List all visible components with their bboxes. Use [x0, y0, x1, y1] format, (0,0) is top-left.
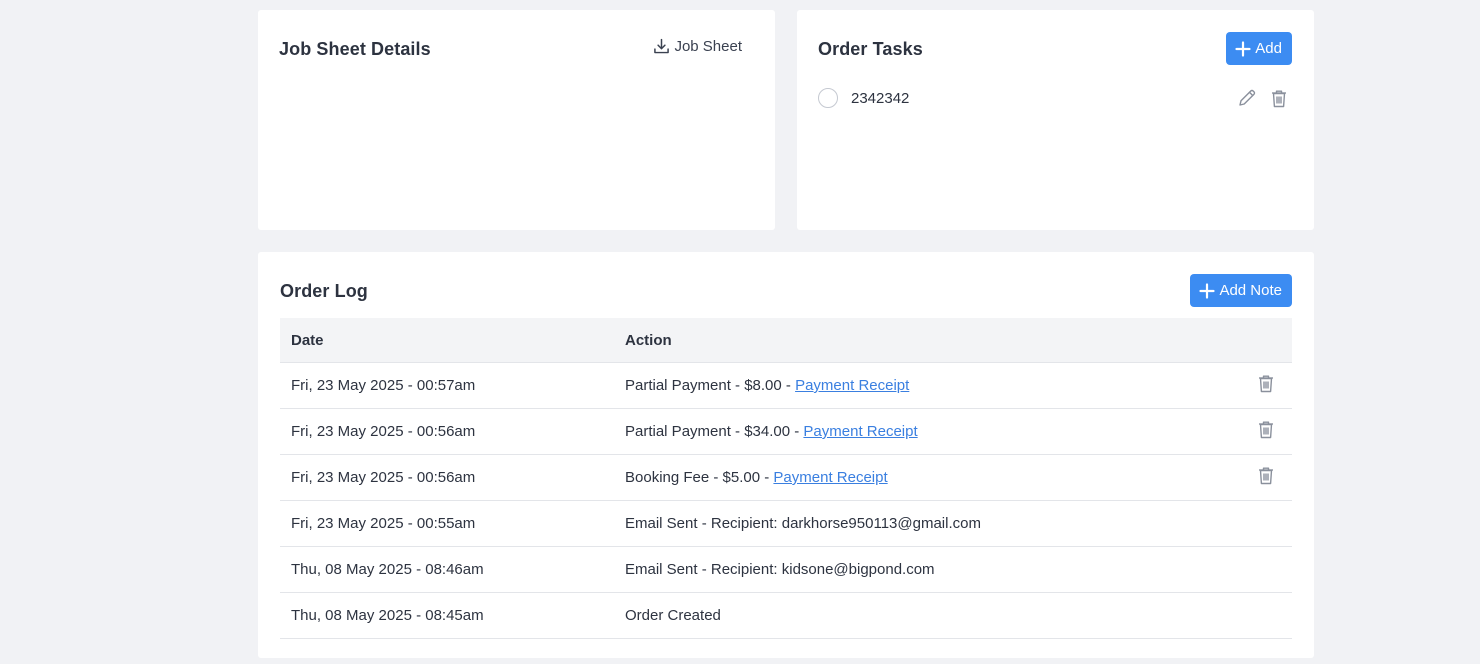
add-note-label: Add Note — [1219, 282, 1282, 299]
download-job-sheet-label: Job Sheet — [674, 38, 742, 55]
log-action: Email Sent - Recipient: kidsone@bigpond.… — [625, 561, 935, 578]
table-header-row: Date Action — [280, 318, 1292, 363]
task-item: 2342342 — [818, 86, 1292, 110]
payment-receipt-link[interactable]: Payment Receipt — [773, 469, 887, 486]
column-header-delete — [1223, 318, 1292, 363]
log-action: Email Sent - Recipient: darkhorse950113@… — [625, 515, 981, 532]
order-tasks-title: Order Tasks — [818, 39, 923, 59]
table-row: Fri, 23 May 2025 - 00:56am Partial Paymen… — [280, 408, 1292, 455]
log-delete-cell — [1223, 500, 1292, 547]
trash-icon[interactable] — [1258, 374, 1274, 393]
order-log-title: Order Log — [280, 281, 368, 301]
download-job-sheet-button[interactable]: Job Sheet — [653, 38, 742, 55]
column-header-action: Action — [614, 318, 1223, 363]
table-row: Thu, 08 May 2025 - 08:45am Order Created — [280, 592, 1292, 639]
log-date: Fri, 23 May 2025 - 00:56am — [280, 454, 614, 501]
trash-icon[interactable] — [1258, 420, 1274, 439]
log-delete-cell — [1223, 592, 1292, 639]
trash-icon[interactable] — [1258, 466, 1274, 485]
log-action-cell: Order Created — [614, 592, 1223, 639]
payment-receipt-link[interactable]: Payment Receipt — [803, 423, 917, 440]
payment-receipt-link[interactable]: Payment Receipt — [795, 377, 909, 394]
job-sheet-card: Job Sheet Details Job Sheet — [258, 10, 775, 230]
order-log-card: Order Log Add Note Date Action Fri, 23 M… — [258, 252, 1314, 658]
log-action: Booking Fee - $5.00 - — [625, 469, 774, 486]
pencil-icon[interactable] — [1237, 88, 1257, 108]
trash-icon[interactable] — [1271, 89, 1287, 108]
log-date: Fri, 23 May 2025 - 00:57am — [280, 362, 614, 409]
add-task-button[interactable]: Add — [1226, 32, 1292, 65]
table-row: Fri, 23 May 2025 - 00:55am Email Sent - R… — [280, 500, 1292, 547]
plus-icon — [1235, 40, 1251, 57]
log-delete-cell — [1223, 546, 1292, 593]
column-header-date: Date — [280, 318, 614, 363]
log-date: Fri, 23 May 2025 - 00:55am — [280, 500, 614, 547]
log-date: Thu, 08 May 2025 - 08:45am — [280, 592, 614, 639]
table-row: Fri, 23 May 2025 - 00:57am Partial Paymen… — [280, 362, 1292, 409]
log-action-cell: Email Sent - Recipient: kidsone@bigpond.… — [614, 546, 1223, 593]
plus-icon — [1199, 282, 1216, 299]
log-action-cell: Booking Fee - $5.00 - Payment Receipt — [614, 454, 1223, 501]
order-log-table: Date Action Fri, 23 May 2025 - 00:57am Pa… — [280, 318, 1292, 639]
log-action: Partial Payment - $34.00 - — [625, 423, 804, 440]
task-text: 2342342 — [851, 89, 910, 107]
log-action-cell: Partial Payment - $34.00 - Payment Recei… — [614, 408, 1223, 455]
job-sheet-title: Job Sheet Details — [279, 39, 431, 59]
table-row: Thu, 08 May 2025 - 08:46am Email Sent - R… — [280, 546, 1292, 593]
table-row: Fri, 23 May 2025 - 00:56am Booking Fee - … — [280, 454, 1292, 501]
add-task-label: Add — [1255, 40, 1282, 57]
download-icon — [653, 38, 670, 55]
log-delete-cell — [1223, 408, 1292, 455]
log-action: Partial Payment - $8.00 - — [625, 377, 796, 394]
log-date: Thu, 08 May 2025 - 08:46am — [280, 546, 614, 593]
order-tasks-card: Order Tasks Add 2342342 — [797, 10, 1314, 230]
log-action: Order Created — [625, 607, 721, 624]
log-action-cell: Partial Payment - $8.00 - Payment Receip… — [614, 362, 1223, 409]
add-note-button[interactable]: Add Note — [1190, 274, 1292, 307]
log-delete-cell — [1223, 362, 1292, 409]
log-date: Fri, 23 May 2025 - 00:56am — [280, 408, 614, 455]
log-action-cell: Email Sent - Recipient: darkhorse950113@… — [614, 500, 1223, 547]
task-complete-checkbox[interactable] — [818, 88, 838, 108]
log-delete-cell — [1223, 454, 1292, 501]
